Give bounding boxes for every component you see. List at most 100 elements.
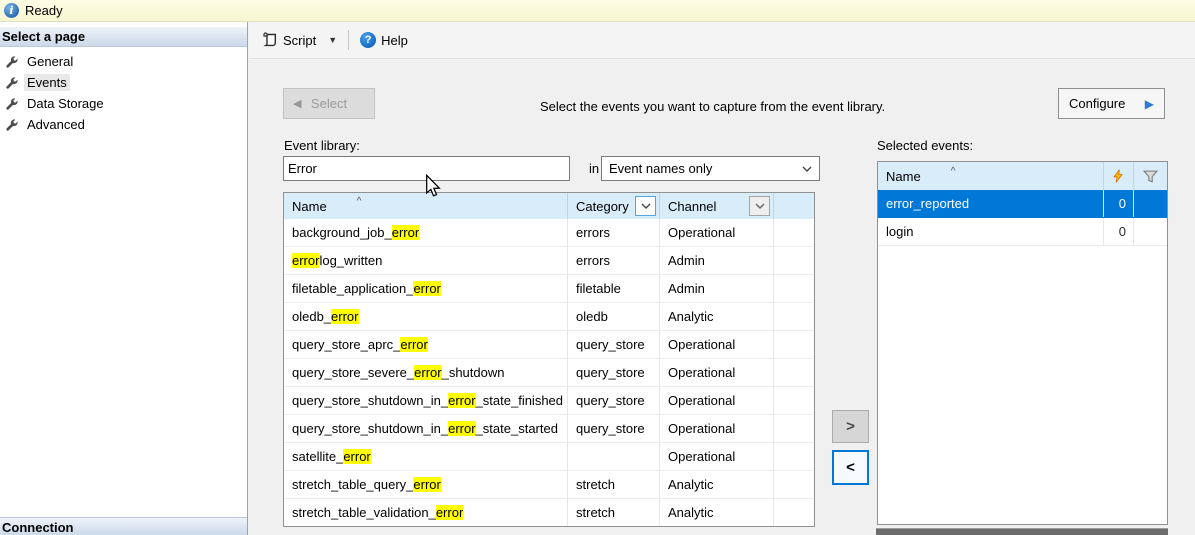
event-library-row[interactable]: background_job_error errors Operational <box>284 219 814 247</box>
event-name-cell: stretch_table_query_error <box>284 471 567 498</box>
event-channel-cell: Admin <box>659 247 773 274</box>
event-channel-cell: Operational <box>659 387 773 414</box>
event-library-row[interactable]: query_store_shutdown_in_error_state_fini… <box>284 387 814 415</box>
status-text: Ready <box>25 3 63 18</box>
event-library-row[interactable]: query_store_shutdown_in_error_state_star… <box>284 415 814 443</box>
select-button[interactable]: ◀ Select <box>283 88 375 119</box>
event-filler-cell <box>773 303 814 330</box>
search-match-highlight: error <box>448 421 475 436</box>
event-library-row[interactable]: satellite_error Operational <box>284 443 814 471</box>
event-channel-cell: Analytic <box>659 499 773 526</box>
selected-event-count-cell: 0 <box>1103 218 1133 245</box>
event-filler-cell <box>773 471 814 498</box>
event-library-row[interactable]: query_store_severe_error_shutdown query_… <box>284 359 814 387</box>
event-filler-cell <box>773 219 814 246</box>
configure-button[interactable]: Configure ▶ <box>1058 88 1165 119</box>
selected-table-header: Name ^ <box>878 162 1167 190</box>
add-event-button[interactable]: > <box>832 410 869 443</box>
wrench-icon <box>5 55 19 69</box>
page-selector-panel: Select a page General Events Data Storag… <box>0 22 248 535</box>
sidebar-item-label: General <box>24 53 76 70</box>
event-category-cell: query_store <box>567 331 659 358</box>
script-icon <box>262 32 278 48</box>
event-search-input[interactable] <box>283 156 570 181</box>
script-button[interactable]: Script <box>258 29 320 51</box>
event-table-body: background_job_error errors Operational … <box>284 219 814 527</box>
event-filler-cell <box>773 387 814 414</box>
category-filter-button[interactable] <box>635 196 656 216</box>
event-table-header: Name ^ Category Channel <box>284 193 814 219</box>
selected-event-row[interactable]: error_reported 0 <box>878 190 1167 218</box>
script-dropdown-caret[interactable]: ▼ <box>324 32 341 48</box>
event-library-row[interactable]: errorlog_written errors Admin <box>284 247 814 275</box>
event-library-row[interactable]: query_store_aprc_error query_store Opera… <box>284 331 814 359</box>
filter-funnel-icon <box>1143 170 1158 183</box>
remove-event-button[interactable]: < <box>832 450 869 485</box>
event-channel-cell: Operational <box>659 219 773 246</box>
sidebar-item-label: Data Storage <box>24 95 107 112</box>
column-header-filler <box>773 193 814 219</box>
sidebar-page-item[interactable]: General <box>0 51 247 72</box>
selected-table-body: error_reported 0 login 0 <box>878 190 1167 246</box>
instruction-text: Select the events you want to capture fr… <box>540 99 885 114</box>
selected-event-name-cell: login <box>878 218 1103 245</box>
status-bar: i Ready <box>0 0 1195 22</box>
selected-event-row[interactable]: login 0 <box>878 218 1167 246</box>
column-header-name[interactable]: Name ^ <box>284 193 567 219</box>
event-name-cell: filetable_application_error <box>284 275 567 302</box>
sidebar-item-label: Advanced <box>24 116 88 133</box>
select-a-page-header: Select a page <box>0 27 247 47</box>
wrench-icon <box>5 76 19 90</box>
event-category-cell: filetable <box>567 275 659 302</box>
selected-event-name-cell: error_reported <box>878 190 1103 217</box>
sidebar-page-item[interactable]: Advanced <box>0 114 247 135</box>
connection-header: Connection <box>0 517 247 535</box>
search-scope-dropdown[interactable]: Event names only <box>601 156 820 181</box>
column-header-channel[interactable]: Channel <box>659 193 773 219</box>
event-library-row[interactable]: stretch_table_query_error stretch Analyt… <box>284 471 814 499</box>
event-category-cell: query_store <box>567 387 659 414</box>
selected-event-filter-cell <box>1133 190 1167 217</box>
help-label: Help <box>381 33 408 48</box>
sidebar-page-item[interactable]: Events <box>0 72 247 93</box>
search-match-highlight: error <box>400 337 427 352</box>
event-library-row[interactable]: oledb_error oledb Analytic <box>284 303 814 331</box>
event-library-row[interactable]: stretch_table_validation_error stretch A… <box>284 499 814 527</box>
search-match-highlight: error <box>414 365 441 380</box>
column-header-event-count[interactable] <box>1103 162 1133 190</box>
search-match-highlight: error <box>436 505 463 520</box>
search-match-highlight: error <box>392 225 419 240</box>
event-library-table: Name ^ Category Channel background_job_e… <box>283 192 815 527</box>
event-channel-cell: Operational <box>659 359 773 386</box>
selected-event-count-cell: 0 <box>1103 190 1133 217</box>
column-header-category[interactable]: Category <box>567 193 659 219</box>
event-library-row[interactable]: filetable_application_error filetable Ad… <box>284 275 814 303</box>
event-filler-cell <box>773 247 814 274</box>
event-filler-cell <box>773 443 814 470</box>
name-column-label: Name <box>886 169 921 184</box>
event-filler-cell <box>773 499 814 526</box>
page-list: General Events Data Storage Advanced <box>0 51 247 135</box>
selected-event-filter-cell <box>1133 218 1167 245</box>
event-channel-cell: Analytic <box>659 471 773 498</box>
sidebar-page-item[interactable]: Data Storage <box>0 93 247 114</box>
bottom-panel-edge <box>876 528 1168 535</box>
help-button[interactable]: ? Help <box>356 29 412 51</box>
forward-arrow-icon: ▶ <box>1145 97 1154 111</box>
select-button-label: Select <box>311 96 347 111</box>
event-channel-cell: Operational <box>659 331 773 358</box>
lightning-icon <box>1113 169 1124 183</box>
event-filler-cell <box>773 331 814 358</box>
column-header-filter[interactable] <box>1133 162 1167 190</box>
event-name-cell: query_store_aprc_error <box>284 331 567 358</box>
search-match-highlight: error <box>292 253 319 268</box>
event-category-cell: stretch <box>567 499 659 526</box>
channel-filter-button[interactable] <box>749 196 770 216</box>
script-label: Script <box>283 33 316 48</box>
event-library-label: Event library: <box>284 138 360 153</box>
event-category-cell: oledb <box>567 303 659 330</box>
event-filler-cell <box>773 359 814 386</box>
back-arrow-icon: ◀ <box>293 97 301 110</box>
column-header-name[interactable]: Name ^ <box>878 162 1103 190</box>
event-category-cell: query_store <box>567 359 659 386</box>
